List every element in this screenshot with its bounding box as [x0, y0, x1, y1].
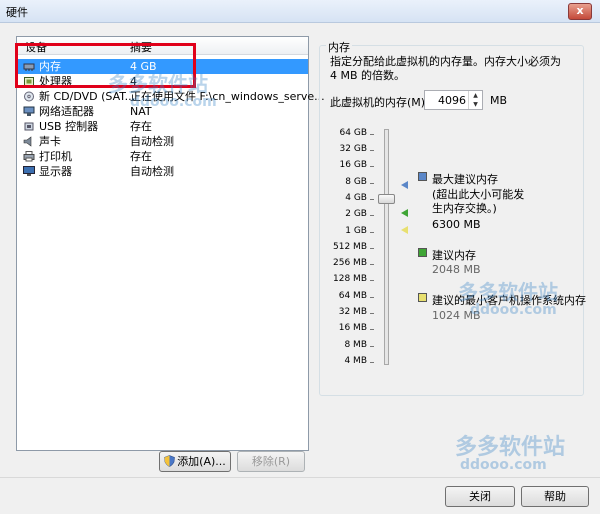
scale-label: 32 GB	[339, 144, 367, 154]
memory-slider-thumb[interactable]	[378, 194, 395, 204]
min-recommended-marker-icon	[401, 226, 408, 234]
memory-field-label: 此虚拟机的内存(M):	[330, 96, 429, 109]
add-device-button[interactable]: 添加(A)...	[159, 451, 231, 472]
scale-tick	[370, 134, 374, 135]
device-summary: 存在	[130, 120, 152, 133]
scale-tick	[370, 280, 374, 281]
recommended-value: 2048 MB	[432, 263, 481, 276]
device-name: 声卡	[39, 135, 61, 148]
scale-tick	[370, 313, 374, 314]
scale-label: 4 MB	[344, 356, 367, 366]
recommended-label: 建议内存	[432, 249, 476, 262]
scale-tick	[370, 215, 374, 216]
max-recommended-marker-icon	[401, 181, 408, 189]
device-summary: 自动检测	[130, 165, 174, 178]
watermark-domain: ddooo.com	[470, 302, 557, 318]
close-button[interactable]: 关闭	[445, 486, 515, 507]
scale-label: 32 MB	[338, 307, 367, 317]
help-button[interactable]: 帮助	[521, 486, 589, 507]
scale-label: 16 GB	[339, 160, 367, 170]
memory-slider-track[interactable]	[384, 129, 389, 365]
scale-tick	[370, 346, 374, 347]
cd-dvd-icon	[23, 91, 35, 102]
memory-description: 指定分配给此虚拟机的内存量。内存大小必须为 4 MB 的倍数。	[330, 55, 561, 82]
title-bar: 硬件 x	[0, 0, 600, 23]
scale-label: 256 MB	[333, 258, 367, 268]
device-row-usb-controller[interactable]: USB 控制器 存在	[17, 119, 308, 134]
watermark-domain: ddooo.com	[130, 94, 217, 110]
scale-tick	[370, 362, 374, 363]
min-recommended-legend-icon	[418, 293, 427, 302]
max-recommended-note: (超出此大小可能发生内存交换。)	[432, 188, 525, 215]
add-device-label: 添加(A)...	[177, 455, 226, 468]
scale-label: 8 MB	[344, 340, 367, 350]
watermark-domain: ddooo.com	[460, 457, 547, 473]
divider	[0, 477, 600, 478]
max-recommended-legend-icon	[418, 172, 427, 181]
device-row-printer[interactable]: 打印机 存在	[17, 149, 308, 164]
scale-tick	[370, 232, 374, 233]
spin-down-icon[interactable]: ▼	[469, 100, 482, 109]
spin-up-icon[interactable]: ▲	[469, 91, 482, 100]
sound-card-icon	[23, 136, 35, 147]
scale-tick	[370, 166, 374, 167]
device-name: 显示器	[39, 165, 72, 178]
memory-spinner[interactable]: 4096 ▲ ▼	[424, 90, 483, 110]
display-icon	[23, 166, 35, 177]
device-row-display[interactable]: 显示器 自动检测	[17, 164, 308, 179]
recommended-marker-icon	[401, 209, 408, 217]
remove-device-button[interactable]: 移除(R)	[237, 451, 305, 472]
scale-tick	[370, 150, 374, 151]
watermark-brand: 多多软件站	[458, 280, 558, 304]
scale-tick	[370, 329, 374, 330]
scale-tick	[370, 183, 374, 184]
scale-label: 512 MB	[333, 242, 367, 252]
recommended-legend-icon	[418, 248, 427, 257]
device-summary: 自动检测	[130, 135, 174, 148]
scale-label: 64 MB	[338, 291, 367, 301]
network-adapter-icon	[23, 106, 35, 117]
scale-label: 64 GB	[339, 128, 367, 138]
window-title: 硬件	[6, 6, 28, 19]
device-name: USB 控制器	[39, 120, 99, 133]
memory-unit: MB	[490, 94, 508, 107]
scale-label: 128 MB	[333, 274, 367, 284]
usb-icon	[23, 121, 35, 132]
scale-label: 2 GB	[345, 209, 367, 219]
scale-label: 8 GB	[345, 177, 367, 187]
memory-group-title: 内存	[326, 39, 352, 55]
watermark-brand: 多多软件站	[108, 72, 208, 96]
scale-tick	[370, 199, 374, 200]
scale-label: 16 MB	[338, 323, 367, 333]
device-summary: 存在	[130, 150, 152, 163]
scale-tick	[370, 248, 374, 249]
scale-label: 1 GB	[345, 226, 367, 236]
scale-label: 4 GB	[345, 193, 367, 203]
spinner-arrows: ▲ ▼	[468, 91, 482, 109]
device-name: 网络适配器	[39, 105, 94, 118]
max-recommended-value: 6300 MB	[432, 218, 481, 231]
close-window-button[interactable]: x	[568, 3, 592, 20]
printer-icon	[23, 151, 35, 162]
max-recommended-label: 最大建议内存	[432, 173, 498, 186]
scale-tick	[370, 297, 374, 298]
scale-tick	[370, 264, 374, 265]
device-row-sound-card[interactable]: 声卡 自动检测	[17, 134, 308, 149]
memory-value-input[interactable]: 4096	[438, 94, 466, 107]
device-name: 打印机	[39, 150, 72, 163]
shield-icon	[164, 454, 176, 473]
